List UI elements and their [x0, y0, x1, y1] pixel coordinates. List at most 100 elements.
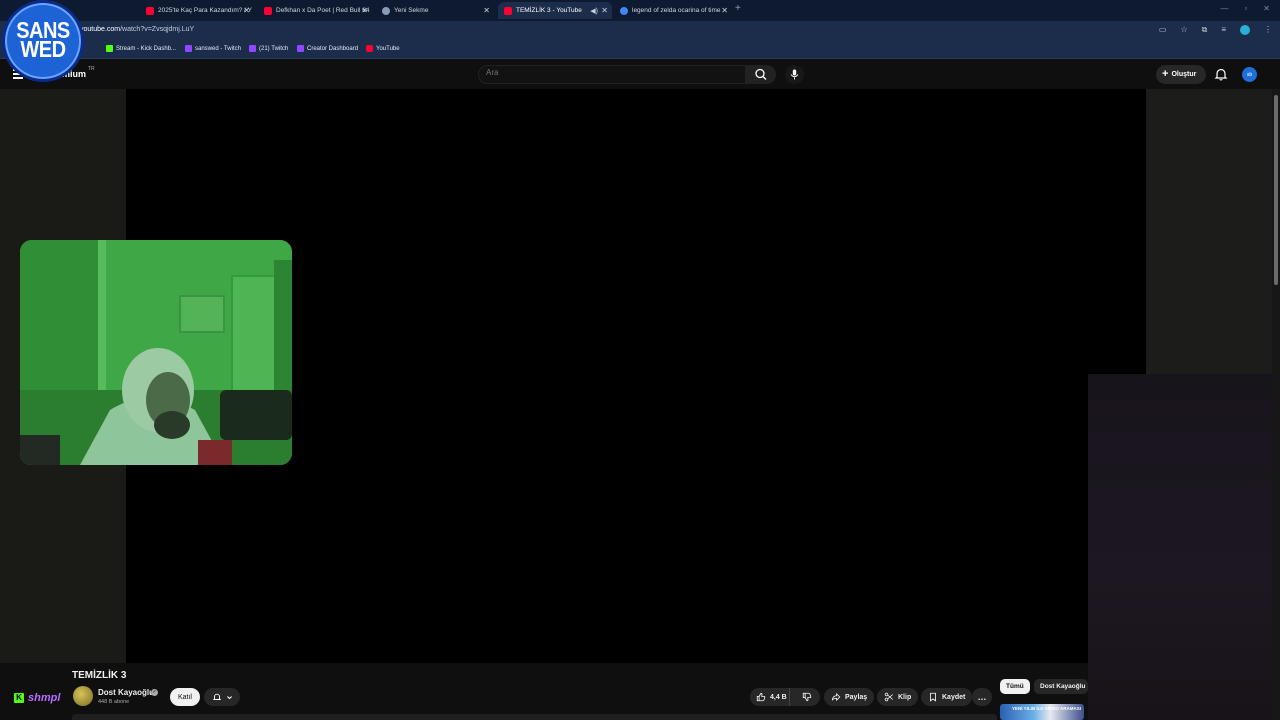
bookmark-twitch[interactable]: (21) Twitch	[249, 45, 288, 52]
join-button[interactable]: Katıl	[170, 688, 200, 706]
search-input[interactable]	[486, 68, 726, 77]
google-favicon-icon	[620, 6, 628, 15]
speaker-icon[interactable]: ◀)	[590, 7, 598, 15]
bookmark-twitch-channel[interactable]: sanswed - Twitch	[185, 45, 241, 52]
subscriber-count: 448 B abone	[98, 699, 130, 705]
chip-channel[interactable]: Dost Kayaoğlu	[1034, 679, 1088, 694]
clip-button[interactable]: Klip	[877, 688, 919, 706]
cast-icon[interactable]: ▭	[1159, 25, 1167, 35]
webcam-overlay	[20, 240, 292, 465]
bookmark-icon	[930, 692, 936, 702]
browser-tab-3[interactable]: Yeni Sekme ✕	[376, 2, 494, 19]
description-box-edge	[72, 714, 997, 720]
bookmark-label: sanswed - Twitch	[195, 45, 241, 52]
window-controls: — ▫ ✕	[1220, 4, 1270, 13]
voice-search-button[interactable]	[785, 65, 804, 84]
share-icon	[831, 692, 841, 702]
save-label: Kaydet	[942, 693, 966, 701]
youtube-favicon-icon	[264, 6, 272, 15]
youtube-favicon-icon	[504, 6, 512, 15]
close-tab-icon[interactable]: ✕	[601, 6, 608, 15]
profile-avatar-icon[interactable]	[1240, 25, 1250, 35]
url-domain: youtube.com	[80, 26, 121, 33]
bookmark-youtube[interactable]: YouTube	[366, 45, 400, 52]
channel-avatar[interactable]	[73, 686, 93, 706]
tab-label: TEMİZLİK 3 - YouTube	[516, 7, 582, 14]
browser-tab-1[interactable]: 2025'te Kaç Para Kazandım? / Y ✕	[140, 2, 254, 19]
twitch-icon	[249, 45, 256, 52]
create-label: Oluştur	[1171, 71, 1197, 78]
bookmark-kick-dashboard[interactable]: Stream - Kick Dashb...	[106, 45, 176, 52]
search-button[interactable]	[746, 65, 776, 84]
youtube-favicon-icon	[146, 6, 154, 15]
logo-line-2: WED	[20, 37, 66, 63]
stream-logo: SANS WED	[2, 0, 84, 82]
tab-label: 2025'te Kaç Para Kazandım? / Y	[158, 7, 252, 14]
bookmarks-bar: Stream - Kick Dashb... sanswed - Twitch …	[0, 41, 1280, 59]
right-page-background	[1146, 89, 1272, 374]
toolbar-icons: ▭ ☆ ⧉ ≡ ⋮	[1159, 25, 1272, 35]
browser-menu-icon[interactable]: ⋮	[1264, 25, 1272, 35]
plus-icon: +	[1162, 68, 1169, 80]
recommended-video-thumbnail[interactable]: YENİ YILIN İLK VİDEO ARAMASI	[1000, 704, 1084, 720]
webcam-image	[20, 240, 292, 465]
like-button[interactable]: 4,4 B	[750, 688, 790, 706]
url-field[interactable]: youtube.com/watch?v=Zvsqjdmj.LuY	[80, 26, 194, 33]
secondary-column-background	[1088, 374, 1272, 720]
kick-icon: K	[14, 693, 24, 703]
notifications-button[interactable]	[1213, 66, 1229, 82]
maximize-icon[interactable]: ▫	[1244, 4, 1247, 13]
browser-tab-5[interactable]: legend of zelda ocarina of time ✕	[614, 2, 732, 19]
url-path: /watch?v=Zvsqjdmj.LuY	[120, 26, 195, 33]
close-tab-icon[interactable]: ✕	[483, 6, 490, 15]
bookmark-label: Creator Dashboard	[307, 45, 359, 52]
bookmark-star-icon[interactable]: ☆	[1180, 25, 1187, 35]
search-icon	[755, 68, 767, 80]
scrollbar-thumb[interactable]	[1274, 95, 1278, 285]
media-controls-icon[interactable]: ≡	[1221, 25, 1226, 35]
close-window-icon[interactable]: ✕	[1263, 4, 1270, 13]
scissors-icon	[884, 692, 893, 702]
minimize-icon[interactable]: —	[1220, 4, 1228, 13]
chip-all[interactable]: Tümü	[1000, 679, 1030, 694]
more-actions-button[interactable]: …	[972, 688, 992, 706]
tab-label: Defkhan x Da Poet | Red Bull 64	[276, 7, 370, 14]
like-dislike-group: 4,4 B	[750, 688, 820, 706]
like-count: 4,4 B	[770, 693, 787, 701]
address-bar: youtube.com/watch?v=Zvsqjdmj.LuY ▭ ☆ ⧉ ≡…	[0, 21, 1280, 41]
share-button[interactable]: Paylaş	[824, 688, 875, 706]
youtube-header: mium TR +Oluştur sb	[0, 60, 1280, 89]
kick-chat-user: K shmpl	[14, 692, 60, 704]
thumbs-up-icon	[756, 692, 766, 702]
tab-label: Yeni Sekme	[394, 7, 429, 14]
subscription-bell-button[interactable]	[204, 688, 240, 706]
clip-label: Klip	[898, 693, 912, 701]
channel-name[interactable]: Dost Kayaoğlu	[98, 688, 154, 697]
bookmark-label: Stream - Kick Dashb...	[116, 45, 177, 52]
microphone-icon	[790, 69, 799, 80]
bell-icon	[1214, 68, 1228, 81]
verified-icon: ✓	[151, 689, 158, 696]
bookmark-label: (21) Twitch	[259, 45, 289, 52]
new-tab-button[interactable]: +	[735, 3, 741, 14]
globe-icon	[382, 6, 390, 15]
bell-icon	[212, 693, 221, 700]
bookmark-creator-dashboard[interactable]: Creator Dashboard	[297, 45, 358, 52]
save-button[interactable]: Kaydet	[921, 688, 973, 706]
dislike-button[interactable]	[794, 688, 820, 706]
thumbs-down-icon	[802, 692, 812, 702]
share-label: Paylaş	[845, 693, 868, 701]
close-tab-icon[interactable]: ✕	[243, 6, 250, 15]
close-tab-icon[interactable]: ✕	[361, 6, 368, 15]
browser-tab-4[interactable]: TEMİZLİK 3 - YouTube ◀) ✕	[498, 2, 612, 19]
bookmark-label: YouTube	[376, 45, 400, 52]
browser-tab-2[interactable]: Defkhan x Da Poet | Red Bull 64 ✕	[258, 2, 372, 19]
create-button[interactable]: + Oluştur	[1156, 65, 1206, 84]
youtube-icon	[366, 45, 373, 52]
twitch-icon	[185, 45, 192, 52]
extensions-icon[interactable]: ⧉	[1202, 25, 1208, 35]
close-tab-icon[interactable]: ✕	[721, 6, 728, 15]
browser-tab-strip: 2025'te Kaç Para Kazandım? / Y ✕ Defkhan…	[0, 0, 1280, 21]
account-avatar[interactable]: sb	[1242, 67, 1257, 82]
kick-icon	[106, 45, 113, 52]
